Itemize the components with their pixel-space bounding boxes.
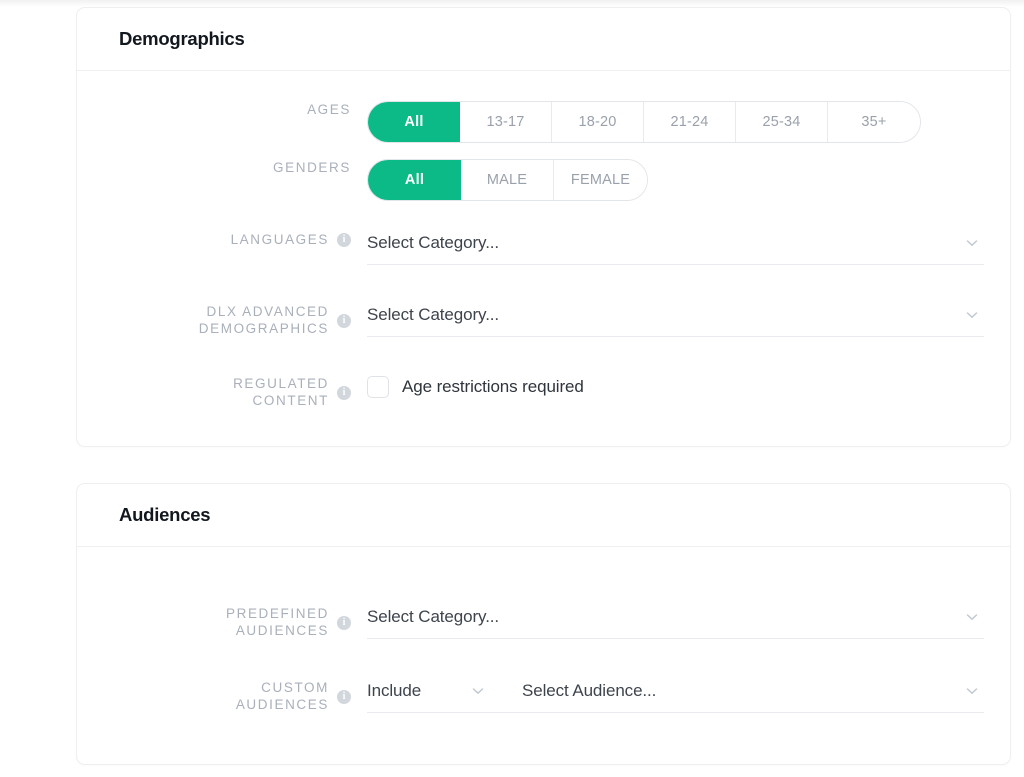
custom-audiences-control: Include Select Audience... <box>351 669 1010 713</box>
ages-row: AGES All 13-17 18-20 21-24 25-34 35+ <box>77 101 1010 153</box>
regulated-content-label: REGULATED CONTENT <box>233 376 329 408</box>
chevron-down-icon <box>470 683 486 699</box>
demographics-card-body: AGES All 13-17 18-20 21-24 25-34 35+ GEN… <box>77 71 1010 417</box>
info-icon[interactable]: i <box>337 314 351 328</box>
chevron-down-icon <box>964 609 980 625</box>
regulated-content-row: REGULATED CONTENT i Age restrictions req… <box>77 365 1010 417</box>
languages-row: LANGUAGES i Select Category... <box>77 221 1010 291</box>
info-icon[interactable]: i <box>337 386 351 400</box>
predefined-audiences-label-group: PREDEFINED AUDIENCES i <box>77 595 351 639</box>
genders-segmented-control[interactable]: All MALE FEMALE <box>367 159 648 201</box>
predefined-audiences-control: Select Category... <box>351 595 1010 639</box>
ages-segment-35-plus[interactable]: 35+ <box>828 102 920 142</box>
age-restrictions-checkbox-row: Age restrictions required <box>367 365 1010 409</box>
regulated-content-label-group: REGULATED CONTENT i <box>77 365 351 409</box>
ages-segmented-control[interactable]: All 13-17 18-20 21-24 25-34 35+ <box>367 101 921 143</box>
predefined-audiences-select-value: Select Category... <box>367 606 500 626</box>
custom-audiences-audience-select[interactable]: Select Audience... <box>522 669 984 713</box>
audiences-title: Audiences <box>119 504 211 525</box>
ages-segment-21-24[interactable]: 21-24 <box>644 102 736 142</box>
genders-control: All MALE FEMALE <box>351 159 1010 201</box>
languages-control: Select Category... <box>351 221 1010 265</box>
ages-segment-all[interactable]: All <box>368 102 460 142</box>
ages-segment-18-20[interactable]: 18-20 <box>552 102 644 142</box>
custom-audiences-label: CUSTOM AUDIENCES <box>235 680 329 712</box>
ages-segment-13-17[interactable]: 13-17 <box>460 102 552 142</box>
chevron-down-icon <box>964 307 980 323</box>
genders-label: GENDERS <box>273 160 351 175</box>
regulated-content-control: Age restrictions required <box>351 365 1010 409</box>
info-icon[interactable]: i <box>337 690 351 704</box>
genders-segment-female[interactable]: FEMALE <box>554 160 647 200</box>
custom-audiences-select-group: Include Select Audience... <box>367 669 984 713</box>
custom-audiences-row: CUSTOM AUDIENCES i Include Select Audien… <box>77 669 1010 741</box>
languages-label-group: LANGUAGES i <box>77 221 351 248</box>
custom-audiences-mode-value: Include <box>367 680 422 700</box>
ages-label: AGES <box>307 102 351 117</box>
dlx-select-value: Select Category... <box>367 304 500 324</box>
ages-control: All 13-17 18-20 21-24 25-34 35+ <box>351 101 1010 143</box>
custom-audiences-label-group: CUSTOM AUDIENCES i <box>77 669 351 713</box>
predefined-audiences-label: PREDEFINED AUDIENCES <box>225 606 329 638</box>
genders-label-group: GENDERS <box>77 159 351 176</box>
chevron-down-icon <box>964 683 980 699</box>
demographics-card-header: Demographics <box>77 8 1010 71</box>
info-icon[interactable]: i <box>337 233 351 247</box>
age-restrictions-checkbox[interactable] <box>367 376 389 398</box>
genders-segment-male[interactable]: MALE <box>461 160 554 200</box>
ages-label-group: AGES <box>77 101 351 118</box>
dlx-label-group: DLX ADVANCED DEMOGRAPHICS i <box>77 293 351 337</box>
dlx-advanced-demographics-label: DLX ADVANCED DEMOGRAPHICS <box>198 304 329 336</box>
predefined-audiences-select[interactable]: Select Category... <box>367 595 984 639</box>
page-top-edge <box>0 0 1024 7</box>
page-title: Demographics <box>119 28 245 49</box>
ages-segment-25-34[interactable]: 25-34 <box>736 102 828 142</box>
dlx-control: Select Category... <box>351 293 1010 337</box>
custom-audiences-audience-value: Select Audience... <box>522 680 657 700</box>
age-restrictions-label: Age restrictions required <box>402 377 584 396</box>
audiences-card: Audiences PREDEFINED AUDIENCES i Select … <box>76 483 1011 765</box>
custom-audiences-mode-select[interactable]: Include <box>367 669 522 713</box>
languages-label: LANGUAGES <box>230 232 329 247</box>
genders-segment-all[interactable]: All <box>368 160 461 200</box>
audiences-card-body: PREDEFINED AUDIENCES i Select Category..… <box>77 547 1010 741</box>
dlx-advanced-demographics-row: DLX ADVANCED DEMOGRAPHICS i Select Categ… <box>77 293 1010 363</box>
genders-row: GENDERS All MALE FEMALE <box>77 159 1010 211</box>
demographics-card: Demographics AGES All 13-17 18-20 21-24 … <box>76 7 1011 447</box>
info-icon[interactable]: i <box>337 616 351 630</box>
audiences-card-header: Audiences <box>77 484 1010 547</box>
dlx-advanced-demographics-select[interactable]: Select Category... <box>367 293 984 337</box>
chevron-down-icon <box>964 235 980 251</box>
languages-select[interactable]: Select Category... <box>367 221 984 265</box>
predefined-audiences-row: PREDEFINED AUDIENCES i Select Category..… <box>77 595 1010 667</box>
page-root: Demographics AGES All 13-17 18-20 21-24 … <box>0 0 1024 777</box>
languages-select-value: Select Category... <box>367 232 500 252</box>
